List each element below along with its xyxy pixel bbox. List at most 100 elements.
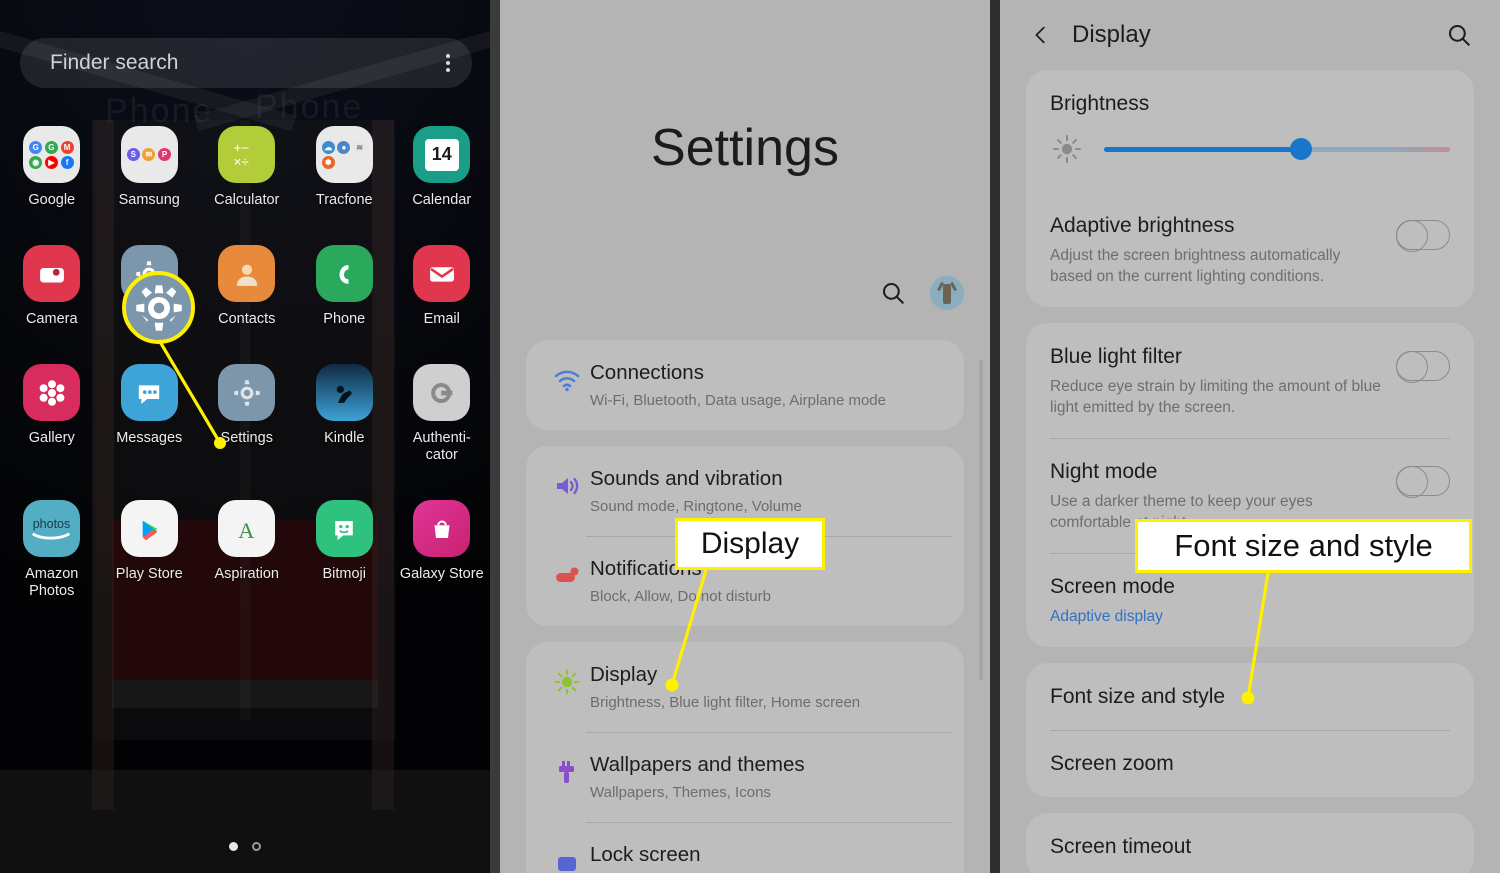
overflow-menu-icon[interactable] (446, 54, 450, 72)
app-label: Tracfone (315, 192, 373, 208)
phone-icon (315, 245, 373, 302)
settings-group: Display Brightness, Blue light filter, H… (526, 642, 964, 873)
app-label: Kindle (324, 430, 365, 446)
wifi-icon (544, 360, 590, 394)
settings-item-subtitle: Sound mode, Ringtone, Volume (590, 498, 802, 515)
callout-display: Display (675, 518, 825, 570)
app-bitmoji[interactable]: Bitmoji (299, 494, 391, 600)
app-phone[interactable]: Phone (299, 239, 391, 328)
app-label: Settings (220, 430, 273, 446)
app-messages[interactable]: Messages (104, 358, 196, 464)
svg-text:A: A (238, 517, 254, 542)
display-item-adaptive-brightness[interactable]: Adaptive brightness Adjust the screen br… (1026, 192, 1474, 307)
app-label: Galaxy Store (399, 566, 484, 582)
settings-hero-actions (880, 276, 964, 310)
app-authenticator[interactable]: Authenti-cator (396, 358, 488, 464)
sun-icon (1053, 135, 1081, 163)
page-title: Settings (651, 119, 839, 177)
app-aspiration[interactable]: A Aspiration (201, 494, 293, 600)
settings-item-wallpapers-and-themes[interactable]: Wallpapers and themes Wallpapers, Themes… (526, 732, 964, 822)
app-row: Camera Clock Contacts (0, 239, 490, 328)
app-contacts[interactable]: Contacts (201, 239, 293, 328)
page-indicator (0, 842, 490, 851)
app-kindle[interactable]: Kindle (299, 358, 391, 464)
app-calculator[interactable]: +− ×÷ Calculator (201, 120, 293, 209)
brightness-slider-thumb[interactable] (1290, 138, 1313, 160)
app-tracfone[interactable]: ☁ ● ≋ ✽ Tracfone (299, 120, 391, 209)
scrollbar[interactable] (979, 360, 983, 680)
brightness-slider-track[interactable] (1104, 138, 1450, 160)
display-header: Display (1000, 0, 1500, 70)
display-item-title: Screen mode (1050, 575, 1175, 598)
app-label: Messages (116, 430, 183, 446)
display-group-brightness: Brightness Adaptive brightness Adjust th… (1026, 70, 1474, 307)
back-chevron-icon[interactable] (1030, 24, 1052, 46)
finder-search-placeholder: Finder search (50, 51, 179, 74)
app-label: Aspiration (214, 566, 279, 582)
app-camera[interactable]: Camera (6, 239, 98, 328)
night-mode-toggle[interactable] (1396, 466, 1450, 498)
app-label: Calculator (214, 192, 280, 208)
settings-item-title: Display (590, 663, 658, 686)
calendar-icon: 14 (413, 126, 471, 183)
settings-item-title: Wallpapers and themes (590, 753, 805, 776)
finder-search-bar[interactable]: Finder search (20, 38, 472, 88)
kindle-icon (315, 364, 373, 421)
folder-icon-samsung: S ✉ P (120, 126, 178, 183)
page-title: Display (1072, 21, 1151, 48)
svg-text:×÷: ×÷ (233, 154, 248, 169)
app-label: Camera (25, 311, 78, 327)
settings-item-lock-screen[interactable]: Lock screen (526, 822, 964, 873)
folder-icon-google: G G M ◉ ▶ f (23, 126, 81, 183)
settings-item-connections[interactable]: Connections Wi-Fi, Bluetooth, Data usage… (526, 340, 964, 430)
magnified-settings-icon-highlight (122, 271, 195, 344)
app-galaxy-store[interactable]: Galaxy Store (396, 494, 488, 600)
settings-item-subtitle: Brightness, Blue light filter, Home scre… (590, 694, 861, 711)
gear-icon (135, 284, 182, 331)
amazon-photos-icon: photos (23, 500, 81, 557)
avatar[interactable] (930, 276, 964, 310)
settings-item-subtitle: Wi-Fi, Bluetooth, Data usage, Airplane m… (590, 392, 886, 409)
mail-icon (413, 245, 471, 302)
display-group-font: Font size and style Screen zoom (1026, 663, 1474, 797)
app-settings[interactable]: Settings (201, 358, 293, 464)
search-icon[interactable] (880, 280, 906, 306)
display-item-blue-light-filter[interactable]: Blue light filter Reduce eye strain by l… (1026, 323, 1474, 438)
aspiration-icon: A (218, 500, 276, 557)
screenshot-root: Phone Phone Finder search G G M ◉ ▶ f Go… (0, 0, 1500, 873)
display-item-title: Screen zoom (1050, 752, 1174, 775)
app-label: Samsung (118, 192, 180, 208)
lock-icon (544, 842, 590, 873)
authenticator-icon (413, 364, 471, 421)
search-icon[interactable] (1446, 22, 1472, 48)
app-calendar[interactable]: 14 Calendar (396, 120, 488, 209)
display-group-filters: Blue light filter Reduce eye strain by l… (1026, 323, 1474, 647)
adaptive-brightness-toggle[interactable] (1396, 220, 1450, 252)
app-grid: G G M ◉ ▶ f Google S ✉ P Samsung +− ×÷ C… (0, 120, 490, 600)
display-group-timeout: Screen timeout (1026, 813, 1474, 873)
app-label: Phone (323, 311, 366, 327)
app-email[interactable]: Email (396, 239, 488, 328)
app-label: Calendar (412, 192, 472, 208)
display-item-screen-timeout[interactable]: Screen timeout (1026, 813, 1474, 873)
app-label: Google (28, 192, 76, 208)
display-item-subtitle: Reduce eye strain by limiting the amount… (1050, 378, 1381, 416)
app-play-store[interactable]: Play Store (104, 494, 196, 600)
app-label: Gallery (28, 430, 75, 446)
display-item-screen-zoom[interactable]: Screen zoom (1026, 730, 1474, 797)
app-amazon-photos[interactable]: photos Amazon Photos (6, 494, 98, 600)
app-google[interactable]: G G M ◉ ▶ f Google (6, 120, 98, 209)
display-item-font-size-and-style[interactable]: Font size and style (1026, 663, 1474, 730)
gear-icon (218, 364, 276, 421)
blue-light-filter-toggle[interactable] (1396, 351, 1450, 383)
page-dot[interactable] (252, 842, 261, 851)
app-label: Bitmoji (322, 566, 366, 582)
settings-item-display[interactable]: Display Brightness, Blue light filter, H… (526, 642, 964, 732)
notification-icon (544, 556, 590, 590)
app-row: Gallery Messages Settings Kindle Authent… (0, 358, 490, 464)
contacts-icon (218, 245, 276, 302)
app-samsung[interactable]: S ✉ P Samsung (104, 120, 196, 209)
page-dot-active[interactable] (229, 842, 238, 851)
app-label: Amazon Photos (25, 566, 79, 599)
app-gallery[interactable]: Gallery (6, 358, 98, 464)
